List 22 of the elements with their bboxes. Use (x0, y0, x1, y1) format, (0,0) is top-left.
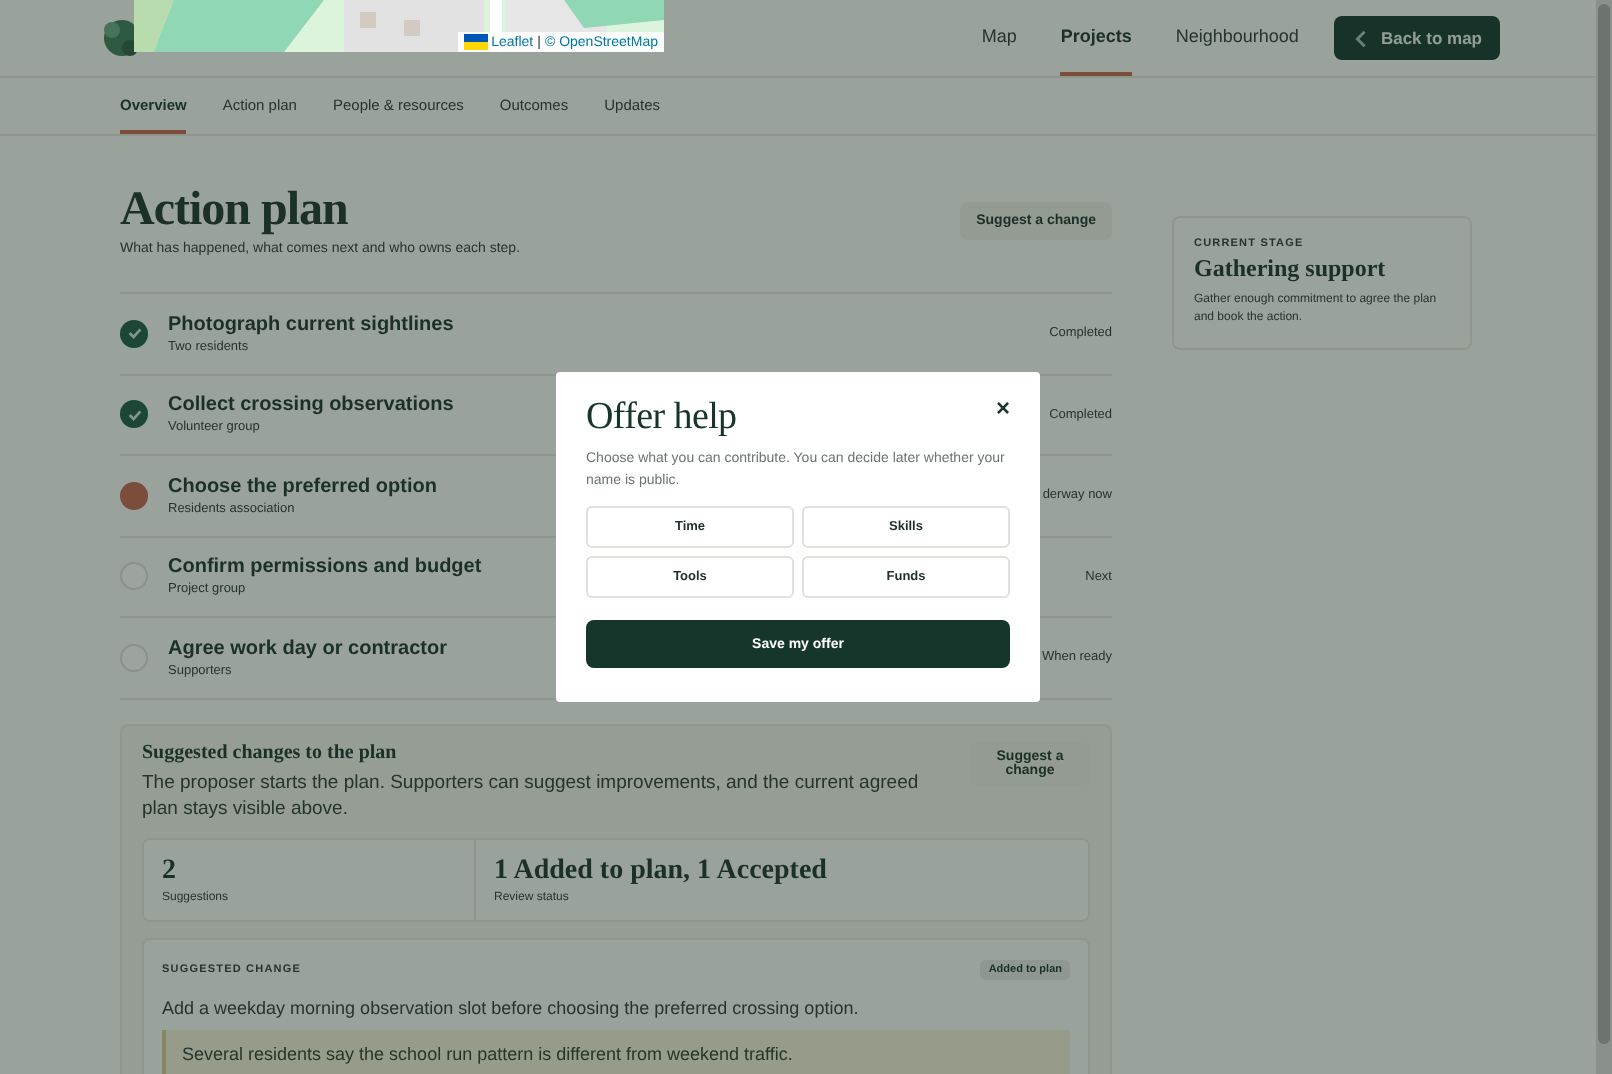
stat-value: 2 (162, 856, 178, 889)
chevron-left-icon (1352, 29, 1371, 47)
nav-link[interactable]: Projects (1060, 0, 1132, 76)
step-title: Collect crossing observations (168, 394, 454, 417)
nav-link[interactable]: Neighbourhood (1175, 0, 1299, 76)
scrollbar[interactable] (1596, 0, 1612, 1074)
change-text: Add a weekday morning observation slot before choosing the preferred crossing option. (162, 998, 861, 1019)
back-to-map-button[interactable]: Back to map (1334, 16, 1500, 60)
close-button[interactable]: × (995, 396, 1010, 420)
change-note: Several residents say the school run pattern is different from weekend traffic. (162, 1030, 1070, 1074)
stage-title: Gathering support (1194, 254, 1388, 284)
dialog-title: Offer help (586, 396, 737, 440)
stat-value: 1 Added to plan, 1 Accepted (494, 856, 827, 889)
step-title: Agree work day or contractor (168, 637, 447, 660)
step-title: Choose the preferred option (168, 475, 437, 498)
step-title: Photograph current sightlines (168, 313, 454, 336)
section-title: Action plan (120, 184, 350, 238)
step-title: Confirm permissions and budget (168, 556, 482, 579)
nav-link[interactable]: Map (981, 0, 1017, 76)
panel-description: The proposer starts the plan. Supporters can suggest improvements, and the current agreed plan stays visible above. (142, 769, 921, 823)
panel-title: Suggested changes to the plan (142, 741, 399, 763)
flag-icon (463, 34, 488, 50)
